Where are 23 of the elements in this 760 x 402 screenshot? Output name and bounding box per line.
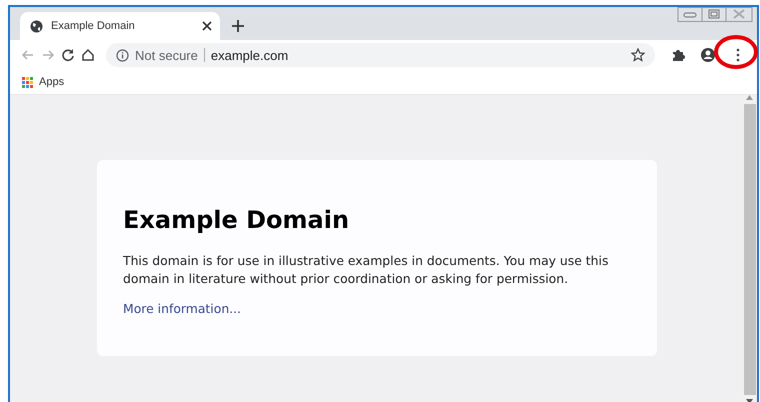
body-paragraph: This domain is for use in illustrative examples in documents. You may use this domain in literature without prior coordination or asking for permission. xyxy=(123,252,610,288)
profile-icon[interactable] xyxy=(700,47,716,63)
bookmark-item[interactable]: Apps xyxy=(22,76,64,88)
security-label: Not secure xyxy=(135,48,198,62)
close-icon[interactable] xyxy=(202,21,212,31)
scrollbar[interactable] xyxy=(742,95,757,402)
plus-icon[interactable] xyxy=(230,18,246,34)
tab-title: Example Domain xyxy=(51,20,136,32)
star-icon[interactable] xyxy=(631,48,645,62)
reload-icon[interactable] xyxy=(60,47,76,63)
home-icon[interactable] xyxy=(80,47,96,63)
browser-tab[interactable]: Example Domain xyxy=(20,12,220,40)
url-text: example.com xyxy=(210,48,290,62)
more-info-link[interactable]: More information... xyxy=(123,301,241,316)
info-icon[interactable] xyxy=(116,48,129,62)
globe-icon xyxy=(30,20,43,32)
puzzle-piece-icon[interactable] xyxy=(671,48,685,62)
address-bar[interactable]: Not secure example.com xyxy=(106,43,655,67)
page-heading: Example Domain xyxy=(123,206,350,234)
window-controls-icon[interactable] xyxy=(677,7,753,23)
menu-dots-icon[interactable] xyxy=(736,48,740,62)
apps-grid-icon xyxy=(22,76,33,88)
scrollbar-thumb[interactable] xyxy=(744,104,756,395)
